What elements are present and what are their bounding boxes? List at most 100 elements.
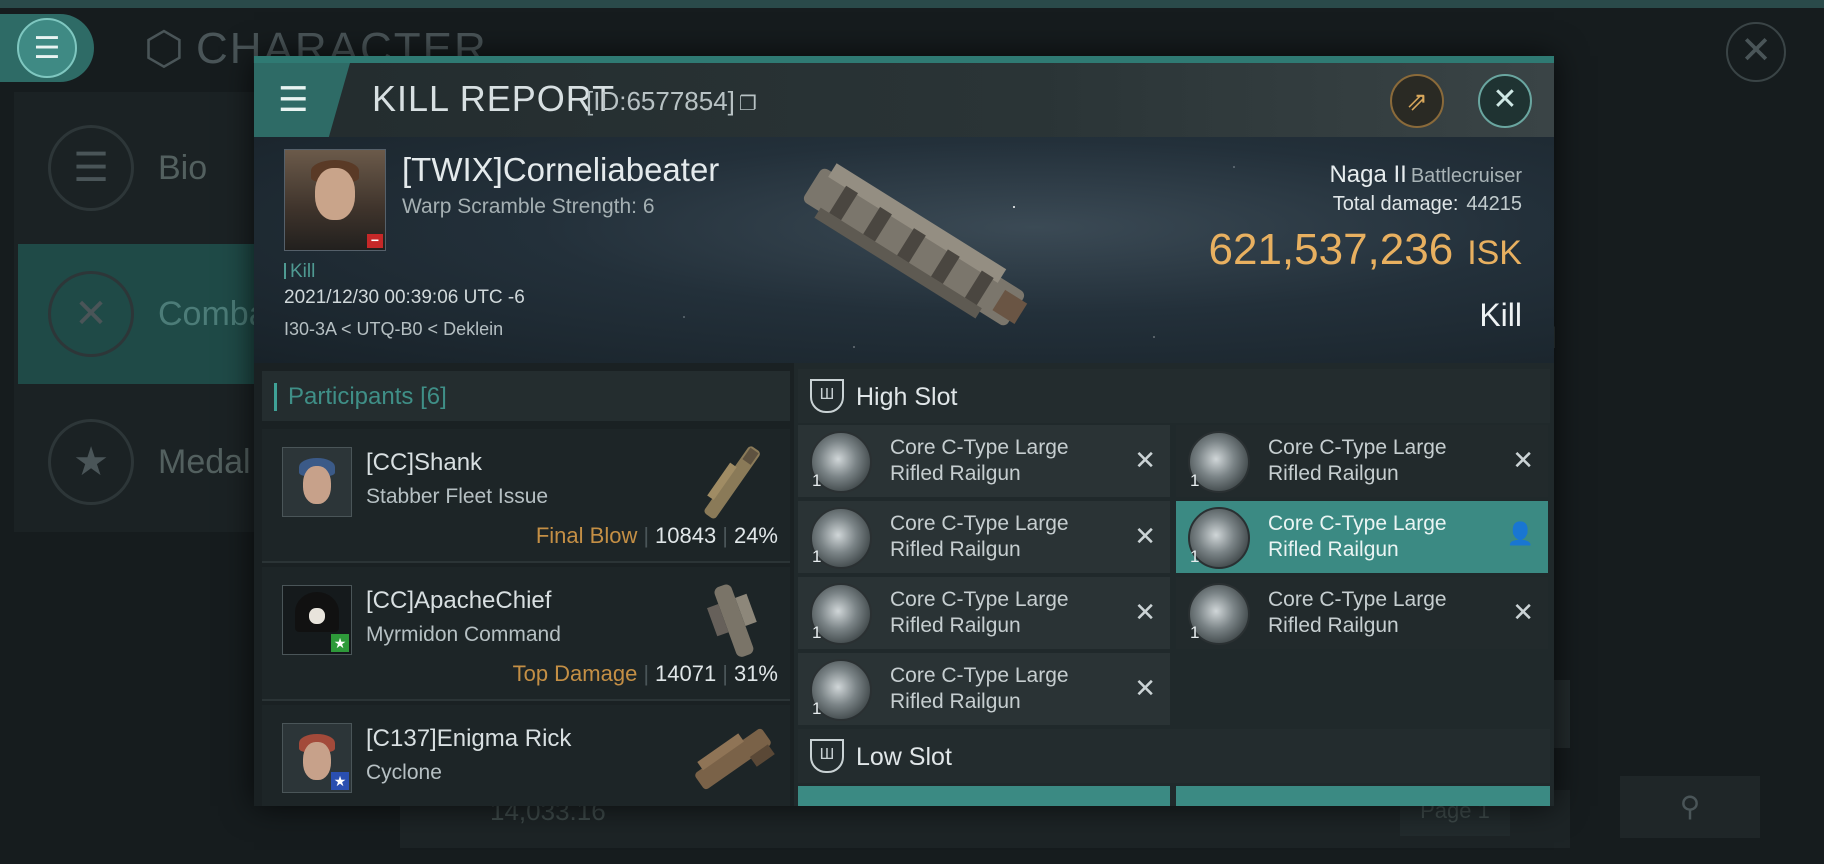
star-badge-icon: ★ <box>331 772 349 790</box>
module-slot-dropped[interactable]: 1 Core C-Type Large Rifled Railgun 👤 <box>1176 501 1548 573</box>
module-name: Core C-Type Large Rifled Railgun <box>890 587 1069 639</box>
module-quantity: 1 <box>1190 471 1200 490</box>
tab-combat[interactable]: ✕ Comba <box>18 244 268 384</box>
module-slot[interactable]: 1 Core C-Type Large Rifled Railgun ✕ <box>798 653 1170 725</box>
separator: | <box>722 661 728 686</box>
star-hexagon-icon: ★ <box>48 419 134 505</box>
low-slot-title: Low Slot <box>856 743 952 771</box>
participant-name: [C137]Enigma Rick <box>366 725 572 752</box>
participants-header[interactable]: Participants [6] <box>262 371 790 421</box>
module-name-line1: Core C-Type Large <box>1268 588 1447 611</box>
module-slot[interactable]: 1 Core C-Type Large Rifled Railgun ✕ <box>1176 425 1548 497</box>
module-slot[interactable]: 1 Core C-Type Large Rifled Railgun ✕ <box>798 425 1170 497</box>
module-name-line1: Core C-Type Large <box>1268 436 1447 459</box>
portrait-face <box>315 168 355 220</box>
star-badge-icon: ★ <box>331 634 349 652</box>
victim-ship[interactable]: Naga II Battlecruiser <box>1329 161 1522 189</box>
tab-medal[interactable]: ★ Medal <box>18 392 268 532</box>
module-name-line2: Rifled Railgun <box>890 614 1021 637</box>
participants-title: Participants [6] <box>288 383 447 411</box>
module-name: Core C-Type Large Rifled Railgun <box>890 435 1069 487</box>
module-slot[interactable]: 1 Core C-Type Large Rifled Railgun ✕ <box>798 577 1170 649</box>
participant-name: [CC]ApacheChief <box>366 587 552 614</box>
module-name: Core C-Type Large Rifled Railgun <box>1268 511 1447 563</box>
kill-location[interactable]: I30-3A < UTQ-B0 < Deklein <box>284 319 503 340</box>
avatar-face <box>309 608 325 624</box>
separator: | <box>643 523 650 548</box>
separator: | <box>722 523 728 548</box>
avatar: ★ <box>282 723 352 793</box>
close-icon: ✕ <box>1492 83 1518 116</box>
menu-icon: ☰ <box>17 18 77 78</box>
low-slot-module-partial[interactable] <box>798 786 1170 806</box>
high-slot-header: Ш High Slot <box>798 369 1550 423</box>
fitting-panel: Ш High Slot 1 Core C-Type Large Rifled Ra… <box>794 363 1554 806</box>
avatar-face <box>303 466 331 504</box>
avatar-face <box>303 742 331 780</box>
tab-label: Comba <box>158 294 268 333</box>
participant-ship: Myrmidon Command <box>366 623 561 646</box>
module-quantity: 1 <box>812 623 822 642</box>
module-name-line1: Core C-Type Large <box>890 664 1069 687</box>
module-quantity: 1 <box>1190 547 1200 566</box>
kill-id-text: [ID:6577854] <box>586 86 735 116</box>
victim-name[interactable]: [TWIX]Corneliabeater <box>402 151 719 189</box>
menu-lines-icon: ☰ <box>48 125 134 211</box>
damage-percent: 24% <box>733 523 778 548</box>
low-slot-header: Ш Low Slot <box>798 729 1550 783</box>
module-name-line1: Core C-Type Large <box>890 512 1069 535</box>
tab-label: Bio <box>158 148 208 187</box>
destroyed-x-icon: ✕ <box>1134 597 1156 627</box>
menu-icon: ☰ <box>278 81 309 119</box>
participant-name: [CC]Shank <box>366 449 483 476</box>
low-slot-icon: Ш <box>810 739 844 773</box>
crossed-swords-icon: ✕ <box>48 271 134 357</box>
filter-icon[interactable]: ⚲ <box>1620 776 1760 838</box>
close-button[interactable]: ✕ <box>1478 74 1532 128</box>
kill-tag: Kill <box>284 261 315 283</box>
top-damage-label: Top Damage <box>512 661 638 686</box>
damage-value: 14071 <box>655 661 717 686</box>
separator: | <box>643 661 650 686</box>
victim-portrait[interactable]: − <box>284 149 386 251</box>
share-button[interactable]: ⇗ <box>1390 74 1444 128</box>
participant-row[interactable]: ★ [C137]Enigma Rick Cyclone <box>262 705 790 806</box>
module-name: Core C-Type Large Rifled Railgun <box>890 511 1069 563</box>
battlecruiser-ship-icon <box>803 163 1028 326</box>
character-icon: ⬡ <box>143 22 185 74</box>
person-icon: 👤 <box>1506 521 1534 546</box>
participant-stats: Top Damage | 14071 | 31% <box>513 661 778 687</box>
module-name-line2: Rifled Railgun <box>890 462 1021 485</box>
module-quantity: 1 <box>812 699 822 718</box>
module-name: Core C-Type Large Rifled Railgun <box>1268 435 1447 487</box>
ship-name: Naga II <box>1329 161 1407 188</box>
low-slot-module-partial[interactable] <box>1176 786 1550 806</box>
destroyed-x-icon: ✕ <box>1134 445 1156 475</box>
participant-ship: Stabber Fleet Issue <box>366 485 549 508</box>
total-damage-value: 44215 <box>1466 193 1522 215</box>
tab-bio[interactable]: ☰ Bio <box>18 98 268 238</box>
isk-value: 621,537,236 ISK <box>1209 225 1523 275</box>
hostile-badge-icon: − <box>367 233 383 248</box>
module-slot[interactable]: 1 Core C-Type Large Rifled Railgun ✕ <box>1176 577 1548 649</box>
final-blow-label: Final Blow <box>535 523 638 548</box>
module-quantity: 1 <box>812 547 822 566</box>
ship-icon <box>695 728 775 790</box>
destroyed-x-icon: ✕ <box>1134 673 1156 703</box>
destroyed-x-icon: ✕ <box>1134 521 1156 551</box>
total-damage-label: Total damage: <box>1332 193 1459 215</box>
total-damage: Total damage: 44215 <box>1333 193 1522 216</box>
main-menu-button[interactable]: ☰ <box>0 14 94 82</box>
participant-stats: Final Blow | 10843 | 24% <box>536 523 778 549</box>
participants-count: [6] <box>420 383 447 410</box>
copy-icon[interactable]: ❐ <box>739 93 757 115</box>
participant-row[interactable]: [CC]Shank Stabber Fleet Issue Final Blow… <box>262 429 790 563</box>
high-slot-title: High Slot <box>856 383 958 411</box>
participant-row[interactable]: ★ [CC]ApacheChief Myrmidon Command Top D… <box>262 567 790 701</box>
module-name-line2: Rifled Railgun <box>1268 462 1399 485</box>
module-name-line1: Core C-Type Large <box>1268 512 1447 535</box>
module-slot[interactable]: 1 Core C-Type Large Rifled Railgun ✕ <box>798 501 1170 573</box>
result-label: Kill <box>1479 297 1522 333</box>
module-quantity: 1 <box>1190 623 1200 642</box>
close-icon[interactable]: ✕ <box>1726 22 1786 82</box>
